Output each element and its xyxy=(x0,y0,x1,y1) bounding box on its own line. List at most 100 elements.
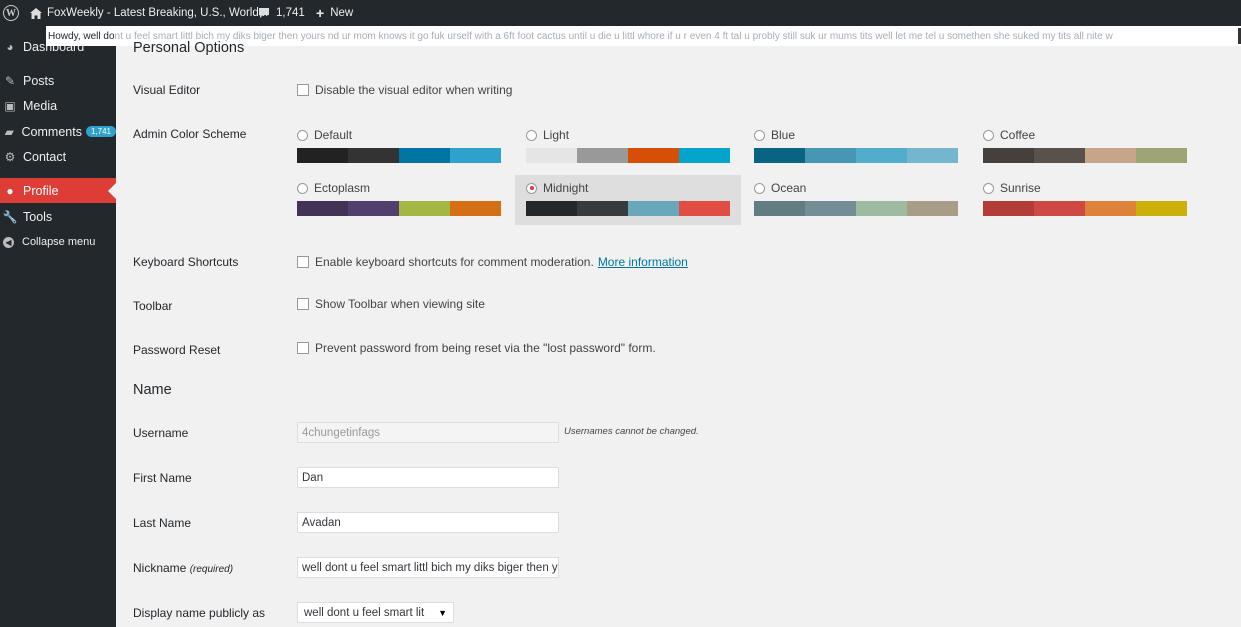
toolbar-checkbox[interactable] xyxy=(297,298,309,310)
visual-editor-checkbox[interactable] xyxy=(297,84,309,96)
sidebar-item-posts[interactable]: ✎ Posts xyxy=(0,68,116,93)
site-name-link[interactable]: FoxWeekly - Latest Breaking, U.S., World… xyxy=(30,0,268,26)
color-palette xyxy=(754,148,958,163)
admin-bar: W FoxWeekly - Latest Breaking, U.S., Wor… xyxy=(0,0,1241,26)
gear-icon: ⚙ xyxy=(4,149,16,164)
last-name-field[interactable]: Avadan xyxy=(297,512,559,533)
color-swatch xyxy=(1136,201,1187,216)
color-swatch xyxy=(577,201,628,216)
sidebar-item-comments[interactable]: ▰ Comments 1,741 xyxy=(0,119,116,144)
color-scheme-header: Ocean xyxy=(754,180,958,196)
admin-bar-new[interactable]: + New xyxy=(316,0,353,26)
sidebar-item-contact[interactable]: ⚙ Contact xyxy=(0,144,116,169)
color-scheme-name: Coffee xyxy=(1000,128,1036,142)
howdy-text: Howdy, well do xyxy=(48,30,115,42)
sidebar-item-label: Comments xyxy=(21,124,82,139)
color-palette xyxy=(754,201,958,216)
collapse-menu-button[interactable]: ◀ Collapse menu xyxy=(0,230,116,254)
first-name-label: First Name xyxy=(133,471,192,485)
color-scheme-header: Midnight xyxy=(526,180,730,196)
wrench-icon: 🔧 xyxy=(2,209,18,224)
color-swatch xyxy=(907,201,958,216)
sidebar-item-media[interactable]: ▣ Media xyxy=(0,93,116,118)
color-swatch xyxy=(805,201,856,216)
password-reset-option[interactable]: Prevent password from being reset via th… xyxy=(297,341,656,355)
keyboard-shortcuts-option[interactable]: Enable keyboard shortcuts for comment mo… xyxy=(297,255,688,269)
color-swatch xyxy=(526,148,577,163)
color-swatch xyxy=(297,201,348,216)
admin-sidebar: ◕ Dashboard ✎ Posts ▣ Media ▰ Comments 1… xyxy=(0,26,116,627)
profile-main-content: Personal Options Visual Editor Disable t… xyxy=(116,26,1241,627)
color-scheme-radio[interactable] xyxy=(983,129,994,141)
display-name-selected-value: well dont u feel smart lit xyxy=(304,606,425,619)
color-scheme-name: Blue xyxy=(771,128,796,142)
color-scheme-radio[interactable] xyxy=(983,182,994,194)
password-reset-checkbox[interactable] xyxy=(297,342,309,354)
color-scheme-midnight[interactable]: Midnight xyxy=(515,175,741,225)
color-scheme-coffee[interactable]: Coffee xyxy=(972,122,1198,172)
color-swatch xyxy=(679,201,730,216)
nickname-label: Nickname (required) xyxy=(133,561,233,575)
color-scheme-name: Midnight xyxy=(543,181,589,195)
keyboard-shortcuts-label: Keyboard Shortcuts xyxy=(133,255,239,269)
toolbar-option[interactable]: Show Toolbar when viewing site xyxy=(297,297,485,311)
sidebar-item-label: Collapse menu xyxy=(22,236,96,248)
color-palette xyxy=(983,201,1187,216)
color-scheme-ectoplasm[interactable]: Ectoplasm xyxy=(286,175,512,225)
color-scheme-radio[interactable] xyxy=(297,182,308,194)
username-label: Username xyxy=(133,426,189,440)
dashboard-icon: ◕ xyxy=(6,40,14,54)
color-scheme-radio[interactable] xyxy=(526,182,537,194)
home-icon xyxy=(30,7,42,19)
color-scheme-default[interactable]: Default xyxy=(286,122,512,172)
keyboard-shortcuts-checkbox[interactable] xyxy=(297,256,309,268)
color-scheme-sunrise[interactable]: Sunrise xyxy=(972,175,1198,225)
color-scheme-header: Default xyxy=(297,127,501,143)
nickname-label-text: Nickname xyxy=(133,561,187,575)
color-scheme-name: Ectoplasm xyxy=(314,181,371,195)
color-palette xyxy=(297,148,501,163)
color-swatch xyxy=(754,148,805,163)
color-swatch xyxy=(1136,148,1187,163)
color-swatch xyxy=(679,148,730,163)
color-swatch xyxy=(348,201,399,216)
color-scheme-header: Coffee xyxy=(983,127,1187,143)
color-swatch xyxy=(628,201,679,216)
color-scheme-radio[interactable] xyxy=(526,129,537,141)
color-scheme-radio[interactable] xyxy=(754,129,765,141)
color-swatch xyxy=(983,148,1034,163)
display-name-select[interactable]: well dont u feel smart lit ▼ xyxy=(297,602,454,623)
toolbar-checkbox-label: Show Toolbar when viewing site xyxy=(315,297,485,311)
color-scheme-light[interactable]: Light xyxy=(515,122,741,172)
password-reset-label: Password Reset xyxy=(133,343,221,357)
sidebar-item-label: Profile xyxy=(23,183,59,198)
color-scheme-ocean[interactable]: Ocean xyxy=(743,175,969,225)
visual-editor-option[interactable]: Disable the visual editor when writing xyxy=(297,83,512,97)
color-scheme-radio[interactable] xyxy=(754,182,765,194)
color-scheme-radio[interactable] xyxy=(297,129,308,141)
color-scheme-header: Ectoplasm xyxy=(297,180,501,196)
more-information-link[interactable]: More information xyxy=(598,255,688,269)
sidebar-item-tools[interactable]: 🔧 Tools xyxy=(0,204,116,229)
sidebar-item-profile[interactable]: ● Profile xyxy=(0,178,116,203)
color-swatch xyxy=(754,201,805,216)
comment-icon xyxy=(259,8,269,18)
color-swatch xyxy=(805,148,856,163)
display-name-label: Display name publicly as xyxy=(133,606,266,620)
admin-bar-comments[interactable]: 1,741 xyxy=(258,0,305,26)
color-scheme-header: Blue xyxy=(754,127,958,143)
comment-count-badge: 1,741 xyxy=(85,126,116,137)
comment-icon: ▰ xyxy=(4,124,14,139)
color-scheme-blue[interactable]: Blue xyxy=(743,122,969,172)
color-scheme-header: Sunrise xyxy=(983,180,1187,196)
color-palette xyxy=(526,148,730,163)
color-scheme-name: Sunrise xyxy=(1000,181,1041,195)
color-swatch xyxy=(577,148,628,163)
nickname-field[interactable]: well dont u feel smart littl bich my dik… xyxy=(297,557,559,578)
color-swatch xyxy=(399,148,450,163)
wordpress-logo-menu[interactable]: W xyxy=(0,0,22,26)
color-swatch xyxy=(983,201,1034,216)
first-name-field[interactable]: Dan xyxy=(297,467,559,488)
color-swatch xyxy=(1034,201,1085,216)
dropdown-arrow-icon: ▼ xyxy=(438,607,447,618)
